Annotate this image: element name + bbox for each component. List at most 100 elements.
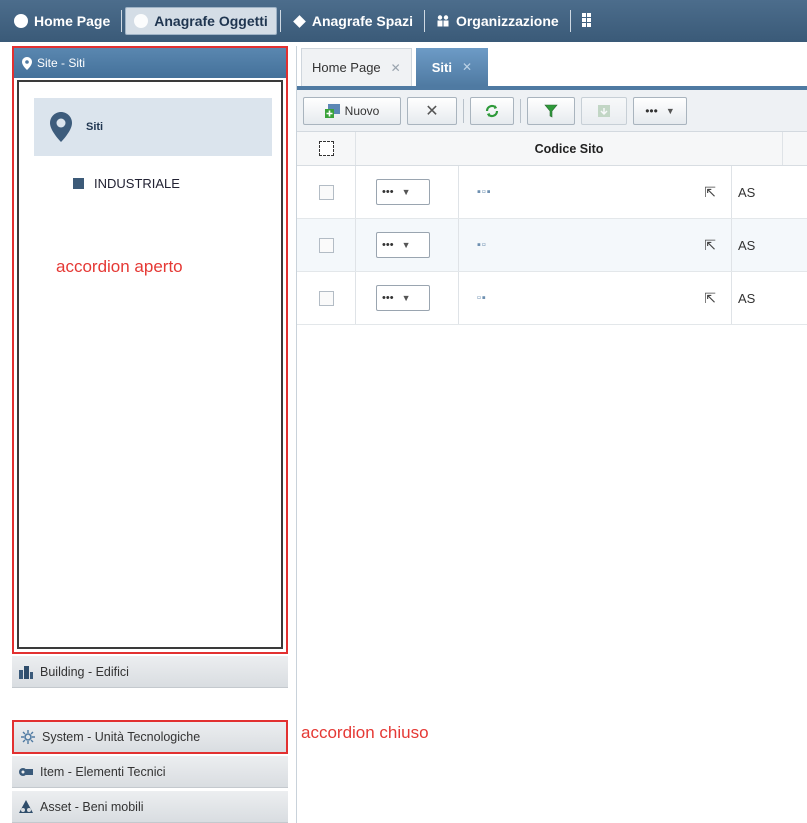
row-checkbox[interactable] xyxy=(318,184,334,200)
nav-organizzazione[interactable]: Organizzazione xyxy=(428,7,567,35)
accordion-open-panel: Site - Siti Siti INDUSTRIALE accordion a… xyxy=(12,46,288,654)
filter-button[interactable] xyxy=(527,96,575,125)
site-code-cell: ▪▫▪ ⇱ xyxy=(459,184,731,201)
toolbar: Nuovo ✕ ••• ▼ xyxy=(297,90,807,132)
close-icon[interactable]: ✕ xyxy=(391,61,401,75)
tab-strip: Home Page ✕ Siti ✕ xyxy=(297,46,807,90)
location-pin-icon xyxy=(22,56,32,70)
chevron-down-icon: ▼ xyxy=(401,293,411,303)
square-icon xyxy=(73,178,84,189)
location-pin-icon xyxy=(50,112,72,142)
table-row[interactable]: ••• ▼ ▪▫ ⇱ AS xyxy=(297,219,807,272)
nav-divider xyxy=(121,10,123,32)
nav-divider xyxy=(279,10,281,32)
item-icon xyxy=(18,764,34,780)
accordion-asset-label: Asset - Beni mobili xyxy=(40,799,144,814)
accordion-building-label: Building - Edifici xyxy=(40,664,129,679)
delete-button[interactable]: ✕ xyxy=(407,96,457,125)
row-checkbox-cell xyxy=(297,184,355,200)
row-actions-dropdown[interactable]: ••• ▼ xyxy=(376,179,430,205)
accordion-body: Siti INDUSTRIALE accordion aperto xyxy=(17,80,283,649)
home-icon xyxy=(14,14,28,28)
open-external-icon[interactable]: ⇱ xyxy=(704,184,717,201)
accordion-system-label: System - Unità Tecnologiche xyxy=(42,730,201,744)
tree-item-industriale[interactable]: INDUSTRIALE xyxy=(73,176,180,191)
close-icon[interactable]: ✕ xyxy=(462,60,472,74)
main-content-panel: Home Page ✕ Siti ✕ Nuovo ✕ ••• ▼ Codice … xyxy=(296,46,807,823)
tab-home-page[interactable]: Home Page ✕ xyxy=(301,48,412,86)
system-icon xyxy=(20,729,36,745)
toolbar-divider xyxy=(520,98,521,123)
accordion-item-label: Item - Elementi Tecnici xyxy=(40,764,166,779)
nav-divider xyxy=(423,10,425,32)
asset-icon xyxy=(18,799,34,815)
grid-header: Codice Sito xyxy=(297,132,807,166)
diamond-icon xyxy=(292,14,306,28)
accordion-item[interactable]: Item - Elementi Tecnici xyxy=(12,756,288,788)
row-checkbox[interactable] xyxy=(318,237,334,253)
open-external-icon[interactable]: ⇱ xyxy=(704,290,717,307)
export-icon xyxy=(597,104,611,118)
select-all-checkbox[interactable] xyxy=(318,141,334,156)
table-row[interactable]: ••• ▼ ▫▪ ⇱ AS xyxy=(297,272,807,325)
row-menu-cell: ••• ▼ xyxy=(356,285,458,311)
accordion-system[interactable]: System - Unità Tecnologiche xyxy=(12,720,288,754)
tab-siti[interactable]: Siti ✕ xyxy=(415,48,489,86)
column-header-codice-sito[interactable]: Codice Sito xyxy=(356,142,782,156)
annotation-accordion-open: accordion aperto xyxy=(56,257,183,276)
accordion-header-site[interactable]: Site - Siti xyxy=(14,48,286,78)
delete-x-icon: ✕ xyxy=(425,102,439,120)
refresh-icon xyxy=(484,104,500,118)
table-row[interactable]: ••• ▼ ▪▫▪ ⇱ AS xyxy=(297,166,807,219)
chevron-down-icon: ▼ xyxy=(665,105,675,116)
building-icon xyxy=(18,664,34,680)
site-code-value: ▫▪ xyxy=(477,292,487,304)
new-button-label: Nuovo xyxy=(344,103,380,118)
toolbar-divider xyxy=(463,98,464,123)
grid-icon xyxy=(581,12,596,30)
open-external-icon[interactable]: ⇱ xyxy=(704,237,717,254)
row-checkbox[interactable] xyxy=(318,290,334,306)
select-all-cell xyxy=(297,141,355,156)
filter-icon xyxy=(544,104,558,118)
nav-anagrafe-spazi[interactable]: Anagrafe Spazi xyxy=(284,7,421,35)
nav-divider xyxy=(569,10,571,32)
objects-icon xyxy=(134,14,149,28)
new-button[interactable]: Nuovo xyxy=(303,96,401,125)
site-code-cell: ▫▪ ⇱ xyxy=(459,290,731,307)
row-actions-label: ••• xyxy=(382,292,394,304)
export-button[interactable] xyxy=(581,96,627,125)
accordion-header-label: Site - Siti xyxy=(37,56,86,70)
nav-anagrafe-oggetti[interactable]: Anagrafe Oggetti xyxy=(125,7,277,35)
new-record-icon xyxy=(324,103,341,118)
refresh-button[interactable] xyxy=(470,96,514,125)
site-code-value: ▪▫ xyxy=(477,239,487,251)
chevron-down-icon: ▼ xyxy=(401,187,411,197)
accordion-asset[interactable]: Asset - Beni mobili xyxy=(12,791,288,823)
column-divider xyxy=(782,132,783,165)
nav-home-label: Home Page xyxy=(34,13,111,29)
people-icon xyxy=(436,14,450,28)
tab-siti-label: Siti xyxy=(431,59,452,75)
row-checkbox-cell xyxy=(297,237,355,253)
row-menu-cell: ••• ▼ xyxy=(356,232,458,258)
nav-oggetti-label: Anagrafe Oggetti xyxy=(154,13,268,29)
truncated-cell: AS xyxy=(738,290,756,306)
site-code-cell: ▪▫ ⇱ xyxy=(459,237,731,254)
row-actions-dropdown[interactable]: ••• ▼ xyxy=(376,232,430,258)
nav-organizzazione-label: Organizzazione xyxy=(455,13,559,29)
site-code-value: ▪▫▪ xyxy=(477,186,492,198)
left-accordion: Site - Siti Siti INDUSTRIALE accordion a… xyxy=(12,46,288,823)
nav-home-page[interactable]: Home Page xyxy=(6,7,118,35)
nav-spazi-label: Anagrafe Spazi xyxy=(311,13,413,29)
chevron-down-icon: ▼ xyxy=(401,240,411,250)
truncated-cell: AS xyxy=(738,237,756,253)
tree-item-label: INDUSTRIALE xyxy=(94,176,180,191)
siti-card[interactable]: Siti xyxy=(34,98,272,156)
top-navigation-bar: Home Page Anagrafe Oggetti Anagrafe Spaz… xyxy=(0,0,807,42)
more-actions-dropdown[interactable]: ••• ▼ xyxy=(633,96,687,125)
nav-grid-more[interactable] xyxy=(574,7,604,35)
row-actions-dropdown[interactable]: ••• ▼ xyxy=(376,285,430,311)
accordion-building[interactable]: Building - Edifici xyxy=(12,656,288,688)
row-menu-cell: ••• ▼ xyxy=(356,179,458,205)
